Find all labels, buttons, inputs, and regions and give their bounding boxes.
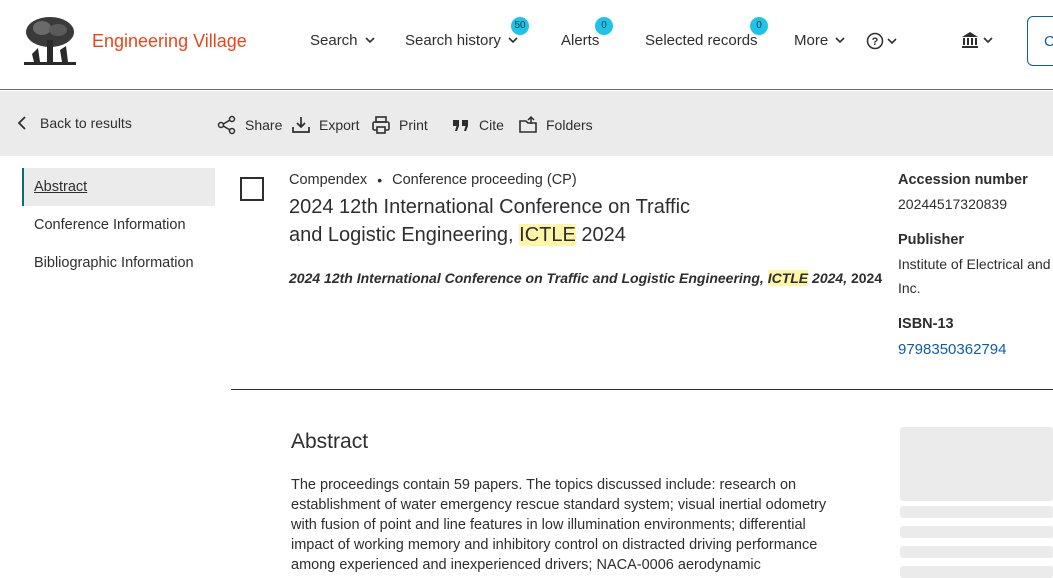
folder-icon	[519, 115, 537, 133]
institution-icon	[962, 32, 978, 48]
publisher-value-line2: Inc.	[898, 280, 921, 296]
chevron-down-icon	[887, 38, 897, 45]
abstract-line: among experienced and inexperienced driv…	[291, 557, 761, 573]
chevron-down-icon	[835, 37, 845, 44]
select-record-checkbox[interactable]	[240, 177, 264, 201]
sidebar-item-conference-information[interactable]: Conference Information	[22, 206, 215, 244]
nav-alerts[interactable]: Alerts	[561, 32, 599, 49]
abstract-line: with fusion of point and line features i…	[291, 517, 806, 533]
record-title: 2024 12th International Conference on Tr…	[289, 193, 719, 249]
print-icon	[372, 116, 390, 134]
top-header: Engineering Village Search Search histor…	[0, 0, 1053, 90]
nav-search-label: Search	[310, 32, 358, 49]
export-label: Export	[319, 117, 360, 133]
chevron-down-icon	[508, 37, 518, 44]
alerts-count-badge: 0	[595, 17, 613, 35]
elsevier-tree-logo	[22, 14, 78, 68]
share-button[interactable]: Share	[217, 115, 282, 135]
institution-menu[interactable]	[960, 30, 994, 50]
svg-text:?: ?	[872, 36, 879, 48]
chevron-down-icon	[983, 37, 993, 44]
separator-dot: •	[377, 172, 383, 188]
nav-alerts-label: Alerts	[561, 32, 600, 49]
nav-more-label: More	[794, 32, 829, 49]
publisher-label: Publisher	[898, 232, 965, 248]
loading-placeholder-line	[900, 526, 1053, 538]
isbn-label: ISBN-13	[898, 316, 954, 332]
abstract-text: The proceedings contain 59 papers. The t…	[291, 475, 871, 575]
database-label: Compendex	[289, 172, 368, 188]
record-toolbar: Back to results Share Export Print Cite	[0, 91, 1053, 156]
sidebar-item-bibliographic-information[interactable]: Bibliographic Information	[22, 244, 215, 282]
folders-button[interactable]: Folders	[518, 115, 593, 135]
accession-number-value: 20244517320839	[898, 196, 1008, 212]
print-label: Print	[399, 117, 428, 133]
quote-icon	[453, 120, 468, 131]
loading-placeholder-line	[900, 546, 1053, 558]
loading-placeholder-block	[900, 427, 1053, 501]
sidebar-item-abstract[interactable]: Abstract	[22, 168, 215, 206]
chevron-down-icon	[365, 37, 375, 44]
title-highlight: ICTLE	[519, 224, 576, 246]
nav-search-history[interactable]: Search history	[405, 32, 519, 49]
loading-placeholder-line	[900, 506, 1053, 518]
back-to-results-link[interactable]: Back to results	[16, 115, 132, 131]
search-history-count-badge: 50	[511, 17, 529, 35]
abstract-line: The proceedings contain 59 papers. The t…	[291, 477, 797, 493]
selected-records-count-badge: 0	[750, 17, 768, 35]
back-to-results-label: Back to results	[40, 115, 132, 131]
download-icon	[292, 117, 310, 133]
nav-more[interactable]: More	[794, 32, 846, 49]
title-text-end: 2024	[581, 224, 626, 246]
source-highlight: ICTLE	[767, 270, 809, 286]
cite-label: Cite	[479, 117, 504, 133]
print-button[interactable]: Print	[371, 115, 428, 135]
share-icon	[217, 115, 236, 135]
accession-number-label: Accession number	[898, 172, 1028, 188]
source-year: 2024	[850, 270, 883, 286]
header-cut-off-button[interactable]: C	[1027, 16, 1053, 66]
record-meta: Compendex • Conference proceeding (CP)	[289, 172, 577, 188]
abstract-line: impact of working memory and inhibitory …	[291, 537, 818, 553]
doc-type-label: Conference proceeding (CP)	[392, 172, 577, 188]
title-text: 2024 12th International Conference on Tr…	[289, 196, 691, 246]
cite-button[interactable]: Cite	[451, 115, 504, 135]
record-source: 2024 12th International Conference on Tr…	[289, 270, 882, 286]
source-title: 2024 12th International Conference on Tr…	[289, 270, 764, 286]
nav-selected-records-label: Selected records	[645, 32, 758, 49]
loading-placeholder-line	[900, 566, 1053, 578]
brand-name[interactable]: Engineering Village	[92, 31, 247, 52]
isbn-link[interactable]: 9798350362794	[898, 341, 1006, 358]
chevron-left-icon	[17, 116, 26, 130]
publisher-value-line1: Institute of Electrical and	[898, 256, 1051, 272]
source-title-end: 2024,	[812, 270, 848, 286]
help-menu[interactable]: ?	[866, 32, 898, 50]
folders-label: Folders	[546, 117, 593, 133]
nav-selected-records[interactable]: Selected records	[645, 32, 758, 49]
abstract-heading: Abstract	[291, 430, 369, 453]
share-label: Share	[245, 117, 283, 133]
nav-search[interactable]: Search	[310, 32, 376, 49]
abstract-line: establishment of water emergency rescue …	[291, 497, 827, 513]
nav-search-history-label: Search history	[405, 32, 501, 49]
help-icon: ?	[866, 32, 884, 50]
section-divider	[231, 389, 1053, 390]
export-button[interactable]: Export	[291, 115, 359, 135]
